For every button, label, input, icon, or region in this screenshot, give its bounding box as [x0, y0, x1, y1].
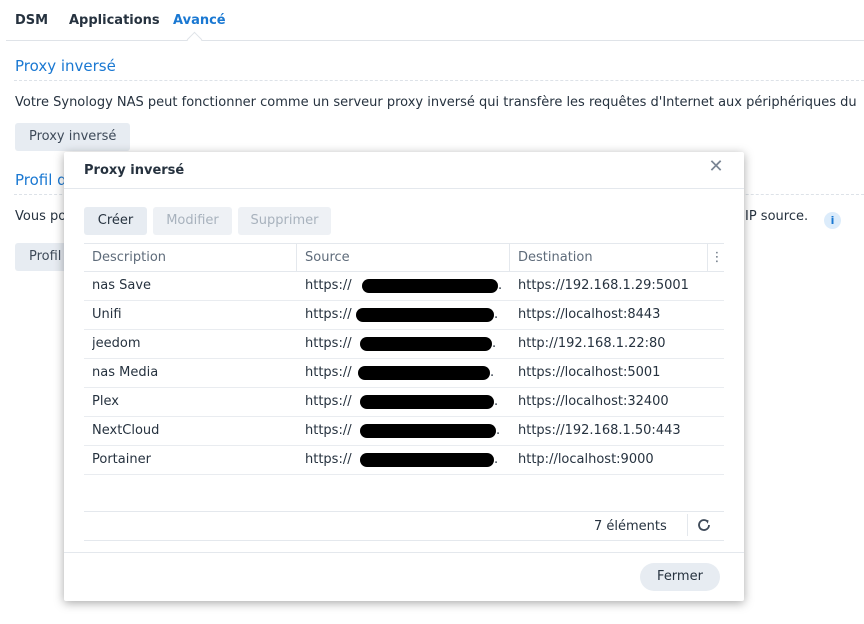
table-footer-divider [84, 511, 724, 512]
redaction-mark [362, 279, 498, 293]
item-count: 7 éléments [594, 519, 667, 534]
close-button[interactable]: Fermer [640, 563, 720, 591]
cell-source-tail: . [490, 365, 495, 380]
column-menu-icon[interactable]: ⋮ [710, 244, 724, 272]
cell-source-tail: . [496, 423, 501, 438]
tab-dsm[interactable]: DSM [15, 13, 48, 28]
column-header-destination[interactable]: Destination [518, 244, 593, 272]
create-button[interactable]: Créer [84, 207, 147, 235]
cell-destination: http://localhost:9000 [518, 452, 654, 467]
table-row[interactable]: nas Media https:// . https://localhost:5… [84, 359, 724, 388]
cell-source: https:// [305, 278, 352, 293]
column-divider[interactable] [509, 244, 510, 272]
dialog-header-divider [64, 188, 744, 189]
table-row[interactable]: Plex https:// . https://localhost:32400 [84, 388, 724, 417]
cell-source-tail: . [498, 278, 503, 293]
cell-source-tail: . [492, 336, 497, 351]
cell-destination: https://192.168.1.50:443 [518, 423, 681, 438]
section-divider [14, 80, 864, 81]
redaction-mark [358, 366, 490, 380]
redaction-mark [360, 337, 492, 351]
cell-destination: http://192.168.1.22:80 [518, 336, 666, 351]
tab-applications[interactable]: Applications [69, 13, 160, 28]
cell-description: NextCloud [92, 423, 160, 438]
cell-source: https:// [305, 365, 352, 380]
edit-button[interactable]: Modifier [153, 207, 232, 235]
cell-destination: https://localhost:8443 [518, 307, 661, 322]
top-tab-bar: DSM Applications Avancé [0, 0, 864, 40]
table-header: Description Source Destination ⋮ [84, 243, 724, 272]
dialog-title: Proxy inversé [84, 163, 185, 178]
reverse-proxy-description: Votre Synology NAS peut fonctionner comm… [15, 95, 857, 110]
column-divider[interactable] [707, 244, 708, 272]
column-divider[interactable] [296, 244, 297, 272]
close-icon[interactable]: ✕ [707, 158, 725, 176]
section-title-profile: Profil d [15, 171, 67, 189]
redaction-mark [356, 308, 494, 322]
delete-button[interactable]: Supprimer [238, 207, 331, 235]
column-header-description[interactable]: Description [92, 244, 166, 272]
profile-description-end: IP source. [745, 209, 809, 224]
tab-avance[interactable]: Avancé [173, 13, 226, 28]
profile-description-start: Vous po [15, 209, 67, 224]
table-row[interactable]: jeedom https:// . http://192.168.1.22:80 [84, 330, 724, 359]
cell-destination: https://192.168.1.29:5001 [518, 278, 689, 293]
info-icon[interactable]: i [824, 212, 841, 229]
tab-divider [6, 40, 864, 41]
cell-source-tail: . [494, 307, 499, 322]
table-row[interactable]: Unifi https:// . https://localhost:8443 [84, 301, 724, 330]
column-header-source[interactable]: Source [305, 244, 350, 272]
cell-description: Portainer [92, 452, 151, 467]
cell-description: nas Media [92, 365, 159, 380]
dialog-footer-divider [64, 552, 744, 553]
cell-description: Unifi [92, 307, 122, 322]
cell-source-tail: . [494, 452, 499, 467]
cell-source: https:// [305, 336, 352, 351]
table-row[interactable]: nas Save https:// . https://192.168.1.29… [84, 272, 724, 301]
redaction-mark [360, 424, 496, 438]
cell-description: nas Save [92, 278, 152, 293]
cell-destination: https://localhost:32400 [518, 394, 669, 409]
redaction-mark [360, 395, 494, 409]
footer-separator [687, 514, 688, 536]
table-footer-bottom-divider [84, 540, 724, 541]
refresh-icon[interactable] [696, 517, 712, 533]
proxy-rules-table: Description Source Destination ⋮ nas Sav… [84, 243, 724, 475]
table-row[interactable]: Portainer https:// . http://localhost:90… [84, 446, 724, 475]
cell-description: jeedom [92, 336, 141, 351]
cell-source: https:// [305, 452, 352, 467]
cell-destination: https://localhost:5001 [518, 365, 661, 380]
cell-source: https:// [305, 307, 352, 322]
reverse-proxy-button[interactable]: Proxy inversé [15, 123, 131, 151]
cell-description: Plex [92, 394, 119, 409]
section-title-reverse-proxy: Proxy inversé [15, 57, 116, 75]
table-row[interactable]: NextCloud https:// . https://192.168.1.5… [84, 417, 724, 446]
reverse-proxy-dialog: Proxy inversé ✕ Créer Modifier Supprimer… [64, 152, 744, 601]
cell-source: https:// [305, 423, 352, 438]
cell-source-tail: . [494, 394, 499, 409]
cell-source: https:// [305, 394, 352, 409]
redaction-mark [360, 453, 494, 467]
